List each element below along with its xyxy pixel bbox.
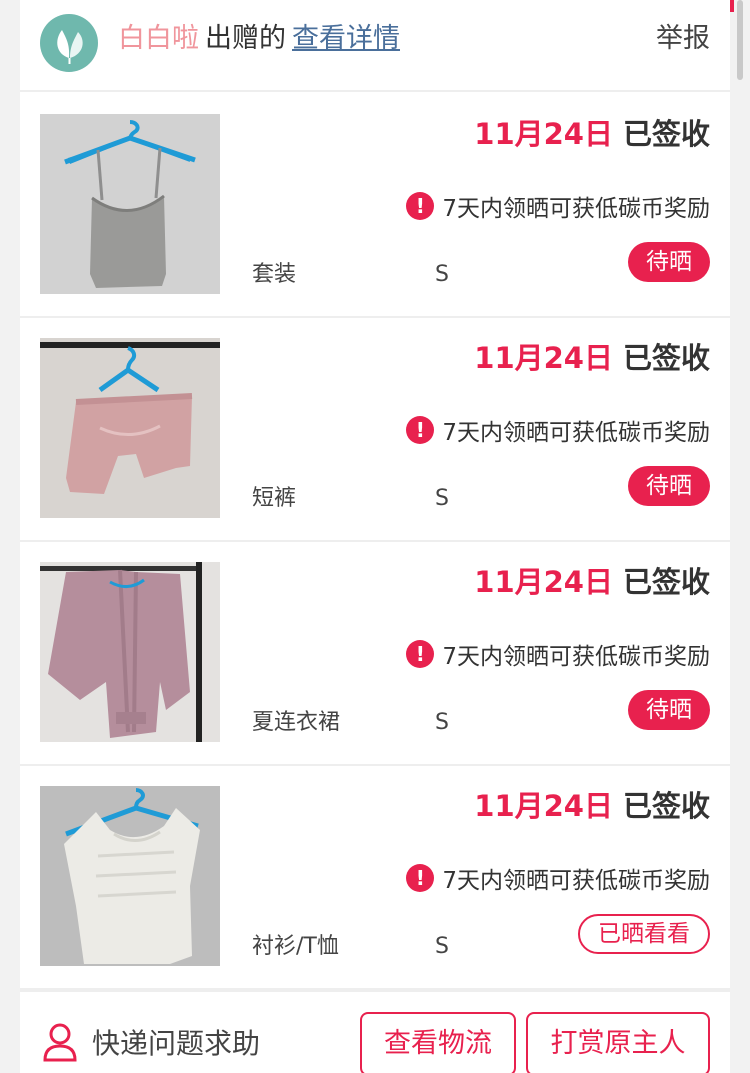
giver-name[interactable]: 白白啦 (118, 23, 199, 54)
exclamation-icon: ! (406, 864, 435, 892)
exclamation-icon: ! (406, 640, 435, 668)
list-item[interactable]: 11月24日 已签收 ! 7天内领晒可获低碳币奖励 衬衫/T恤 S 已晒看看 (20, 766, 730, 990)
gave-text: 出赠的 (205, 23, 286, 54)
pending-share-button[interactable]: 待晒 (628, 690, 710, 730)
view-shared-button[interactable]: 已晒看看 (578, 914, 710, 954)
reward-hint: ! 7天内领晒可获低碳币奖励 (406, 638, 710, 670)
delivery-help-label: 快递问题求助 (92, 1027, 261, 1060)
card-header: 白白啦 出赠的 查看详情 举报 (20, 0, 730, 92)
item-photo[interactable] (40, 562, 220, 742)
reward-hint: ! 7天内领晒可获低碳币奖励 (406, 414, 710, 446)
page: 白白啦 出赠的 查看详情 举报 11月24日 已签收 ! 7天内领晒可获低碳币奖… (0, 0, 750, 1073)
receipt-status: 11月24日 已签收 (474, 338, 710, 378)
item-photo[interactable] (40, 338, 220, 518)
list-item[interactable]: 11月24日 已签收 ! 7天内领晒可获低碳币奖励 短裤 S 待晒 (20, 318, 730, 542)
item-category: 短裤 (252, 486, 297, 511)
reward-hint-text: 7天内领晒可获低碳币奖励 (442, 420, 710, 446)
delivery-help-link[interactable]: 快递问题求助 (42, 1022, 260, 1062)
donation-card: 白白啦 出赠的 查看详情 举报 11月24日 已签收 ! 7天内领晒可获低碳币奖… (20, 0, 730, 1073)
receipt-date: 11月24日 (474, 117, 613, 151)
reward-hint-text: 7天内领晒可获低碳币奖励 (442, 644, 710, 670)
item-category: 套装 (252, 262, 297, 287)
person-icon (43, 1023, 77, 1062)
signed-status: 已签收 (622, 341, 710, 375)
report-button[interactable]: 举报 (656, 20, 710, 58)
reward-hint: ! 7天内领晒可获低碳币奖励 (406, 190, 710, 222)
list-item[interactable]: 11月24日 已签收 ! 7天内领晒可获低碳币奖励 夏连衣裙 S 待晒 (20, 542, 730, 766)
reward-hint: ! 7天内领晒可获低碳币奖励 (406, 862, 710, 894)
scrollbar[interactable] (737, 0, 743, 80)
giver-line: 白白啦 出赠的 查看详情 (118, 20, 400, 58)
item-size: S (435, 486, 449, 511)
item-size: S (435, 934, 449, 959)
signed-status: 已签收 (622, 565, 710, 599)
item-category: 夏连衣裙 (252, 710, 341, 735)
item-category: 衬衫/T恤 (252, 934, 339, 959)
receipt-date: 11月24日 (474, 565, 613, 599)
item-photo[interactable] (40, 786, 220, 966)
signed-status: 已签收 (622, 117, 710, 151)
card-footer: 快递问题求助 查看物流 打赏原主人 (20, 990, 730, 1073)
reward-hint-text: 7天内领晒可获低碳币奖励 (442, 868, 710, 894)
list-item[interactable]: 11月24日 已签收 ! 7天内领晒可获低碳币奖励 套装 S 待晒 (20, 94, 730, 318)
reward-hint-text: 7天内领晒可获低碳币奖励 (442, 196, 710, 222)
view-logistics-button[interactable]: 查看物流 (360, 1012, 516, 1073)
item-size: S (435, 710, 449, 735)
receipt-date: 11月24日 (474, 341, 613, 375)
view-details-link[interactable]: 查看详情 (292, 23, 400, 54)
leaf-logo-icon (40, 14, 98, 72)
item-size: S (435, 262, 449, 287)
receipt-date: 11月24日 (474, 789, 613, 823)
receipt-status: 11月24日 已签收 (474, 562, 710, 602)
pending-share-button[interactable]: 待晒 (628, 242, 710, 282)
pending-share-button[interactable]: 待晒 (628, 466, 710, 506)
signed-status: 已签收 (622, 789, 710, 823)
receipt-status: 11月24日 已签收 (474, 786, 710, 826)
exclamation-icon: ! (406, 192, 435, 220)
tip-original-owner-button[interactable]: 打赏原主人 (526, 1012, 710, 1073)
exclamation-icon: ! (406, 416, 435, 444)
receipt-status: 11月24日 已签收 (474, 114, 710, 154)
item-photo[interactable] (40, 114, 220, 294)
